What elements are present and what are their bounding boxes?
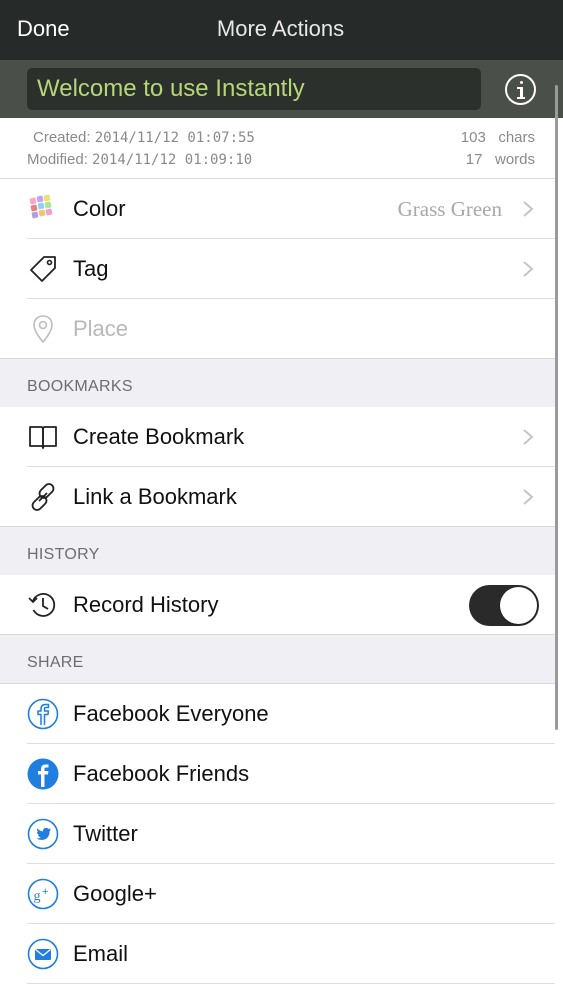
- create-bookmark-row[interactable]: Create Bookmark: [0, 407, 555, 467]
- modified-value: 2014/11/12 01:09:10: [92, 152, 253, 168]
- toggle-knob: [500, 587, 537, 624]
- facebook-everyone-label: Facebook Everyone: [73, 701, 269, 726]
- facebook-friends-row[interactable]: Facebook Friends: [0, 744, 555, 804]
- place-label: Place: [73, 316, 129, 341]
- google-plus-icon: g +: [27, 878, 59, 910]
- email-label: Email: [73, 941, 129, 966]
- history-clock-icon: [28, 593, 56, 617]
- color-label: Color: [73, 196, 126, 221]
- twitter-icon: [27, 818, 59, 850]
- record-history-label: Record History: [73, 592, 219, 617]
- facebook-friends-label: Facebook Friends: [73, 761, 250, 786]
- share-header: SHARE: [27, 654, 84, 671]
- chars-count-label: chars: [498, 129, 535, 146]
- record-history-toggle[interactable]: [469, 585, 539, 626]
- tag-row[interactable]: Tag: [0, 239, 555, 299]
- bookmarks-header: BOOKMARKS: [27, 378, 133, 395]
- chars-count: 103 chars: [461, 129, 535, 146]
- history-section-header: HISTORY: [0, 526, 555, 576]
- svg-text:g: g: [34, 889, 41, 904]
- info-icon[interactable]: [505, 74, 536, 105]
- note-metadata: Created: 2014/11/12 01:07:55 Modified: 2…: [0, 118, 563, 179]
- book-icon: [29, 426, 57, 449]
- email-icon: [27, 938, 59, 970]
- note-title-field[interactable]: Welcome to use Instantly: [27, 68, 481, 110]
- words-count: 17 words: [466, 151, 535, 168]
- facebook-filled-icon: [27, 758, 59, 790]
- google-plus-label: Google+: [73, 881, 157, 906]
- facebook-outline-icon: [27, 698, 59, 730]
- location-pin-icon: [33, 315, 53, 344]
- modified-info: Modified: 2014/11/12 01:09:10: [27, 151, 252, 168]
- created-label: Created:: [33, 129, 91, 146]
- record-history-row: Record History: [0, 575, 555, 635]
- share-section-header: SHARE: [0, 634, 555, 684]
- facebook-everyone-row[interactable]: Facebook Everyone: [0, 684, 555, 744]
- google-plus-row[interactable]: g + Google+: [0, 864, 555, 924]
- words-count-value: 17: [465, 151, 483, 168]
- note-title-bar: Welcome to use Instantly: [0, 60, 563, 118]
- chevron-right-icon: [523, 429, 534, 445]
- created-value: 2014/11/12 01:07:55: [94, 130, 255, 146]
- chars-count-value: 103: [460, 129, 486, 146]
- twitter-label: Twitter: [73, 821, 138, 846]
- tag-icon: [30, 256, 56, 282]
- words-count-label: words: [494, 151, 535, 168]
- chevron-right-icon: [523, 489, 534, 505]
- place-row: Place: [0, 299, 555, 359]
- color-row[interactable]: Color Grass Green: [0, 179, 555, 239]
- color-value: Grass Green: [397, 197, 502, 221]
- created-info: Created: 2014/11/12 01:07:55: [33, 129, 255, 146]
- note-title-text: Welcome to use Instantly: [37, 75, 305, 102]
- link-icon: [31, 483, 55, 511]
- page-title-text: More Actions: [216, 16, 345, 41]
- history-header: HISTORY: [27, 546, 100, 563]
- bookmarks-section-header: BOOKMARKS: [0, 358, 555, 408]
- page-title: More Actions: [0, 16, 563, 42]
- twitter-row[interactable]: Twitter: [0, 804, 555, 864]
- chevron-right-icon: [523, 201, 534, 217]
- navigation-bar: Done More Actions: [0, 0, 563, 60]
- link-bookmark-label: Link a Bookmark: [73, 484, 237, 509]
- chevron-right-icon: [523, 261, 534, 277]
- modified-label: Modified:: [27, 151, 88, 168]
- email-row[interactable]: Email: [0, 924, 555, 984]
- svg-text:+: +: [42, 886, 48, 898]
- link-bookmark-row[interactable]: Link a Bookmark: [0, 467, 555, 527]
- tag-label: Tag: [73, 256, 109, 281]
- color-palette-icon: [29, 194, 53, 219]
- create-bookmark-label: Create Bookmark: [73, 424, 245, 449]
- scrollbar[interactable]: [555, 85, 558, 730]
